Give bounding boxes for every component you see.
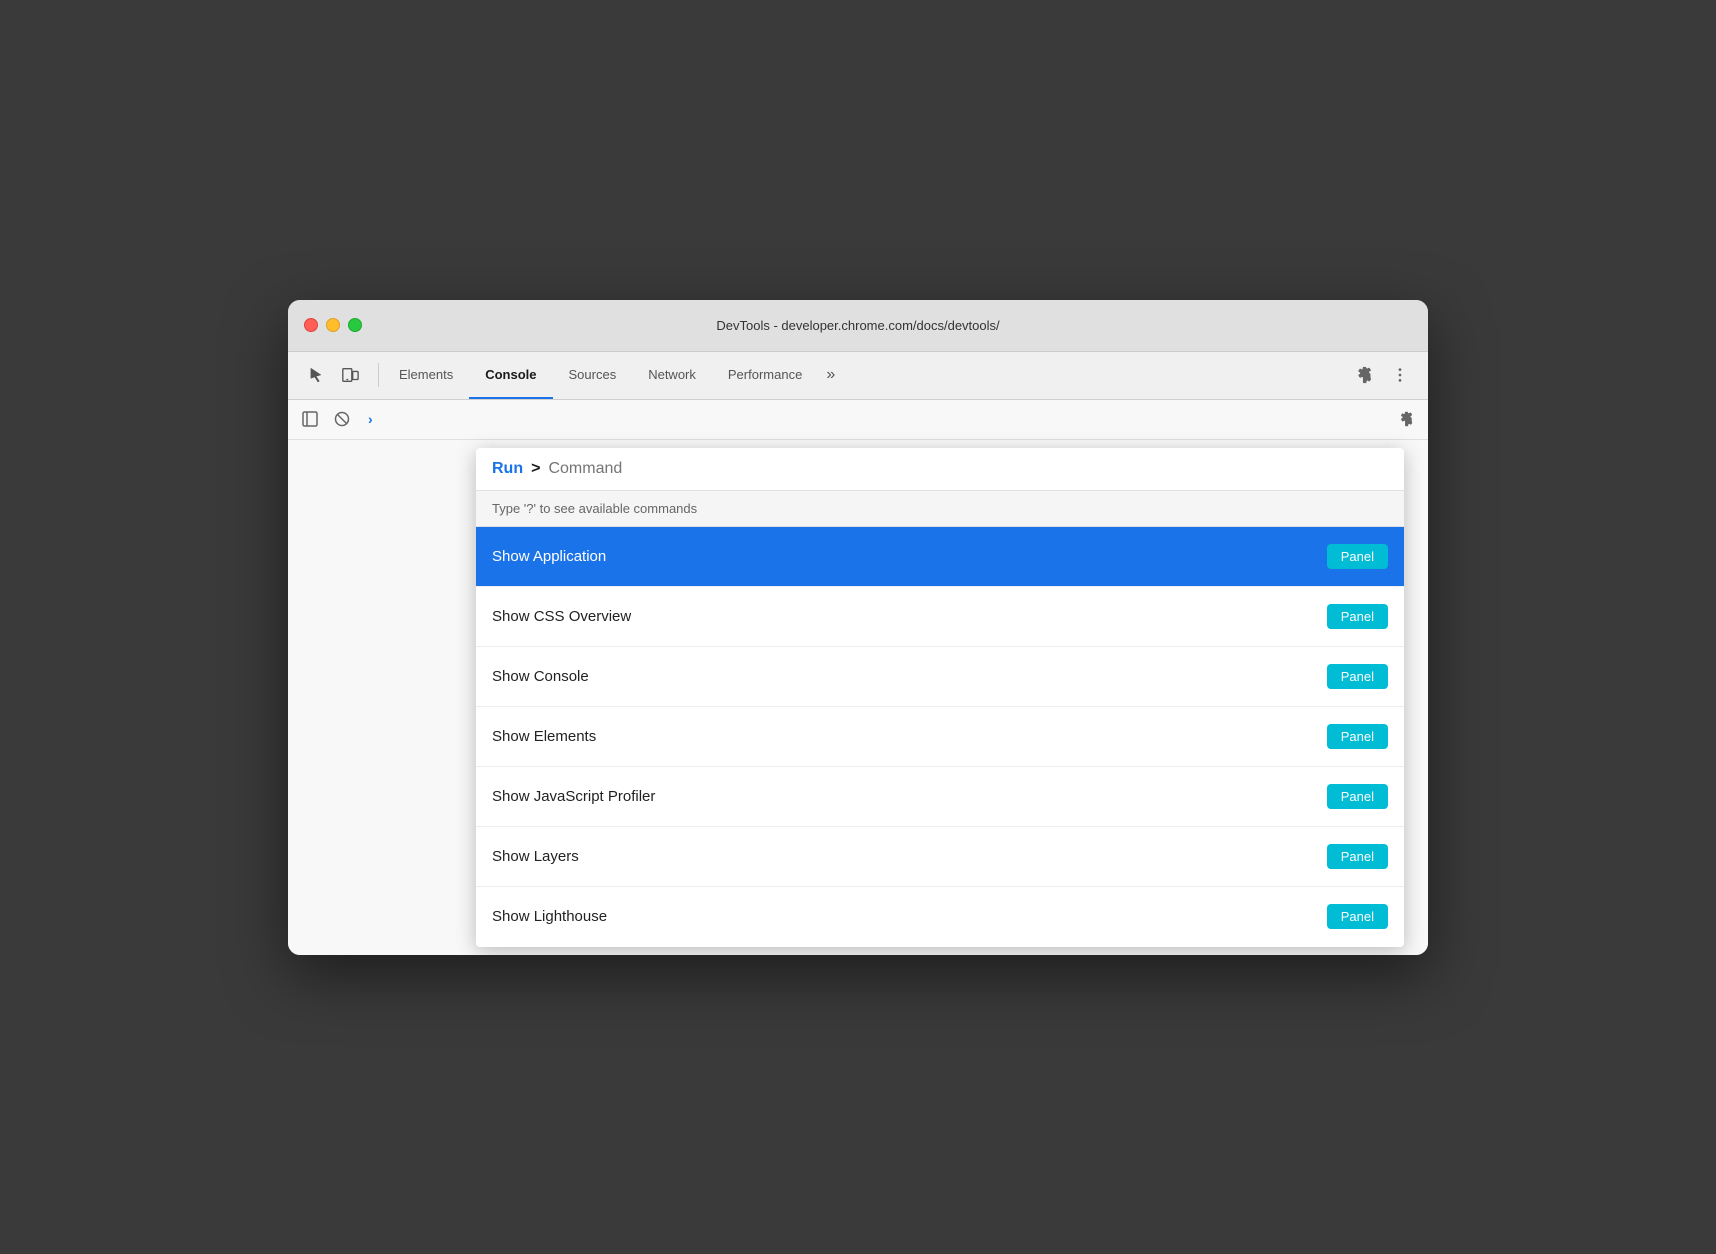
command-item-show-elements[interactable]: Show Elements Panel xyxy=(476,707,1404,767)
maximize-button[interactable] xyxy=(348,318,362,332)
expand-arrow[interactable]: › xyxy=(360,407,381,431)
command-label-show-css-overview: Show CSS Overview xyxy=(492,608,631,625)
circle-slash-icon xyxy=(334,411,350,427)
command-item-show-layers[interactable]: Show Layers Panel xyxy=(476,827,1404,887)
sidebar-toggle-button[interactable] xyxy=(296,405,324,433)
tab-network[interactable]: Network xyxy=(632,352,712,399)
device-toolbar-button[interactable] xyxy=(334,359,366,391)
command-item-show-application[interactable]: Show Application Panel xyxy=(476,527,1404,587)
panel-badge-show-js-profiler: Panel xyxy=(1327,784,1388,809)
tab-performance[interactable]: Performance xyxy=(712,352,818,399)
gear-icon xyxy=(1355,366,1373,384)
panel-badge-show-lighthouse: Panel xyxy=(1327,904,1388,929)
command-label-show-layers: Show Layers xyxy=(492,848,579,865)
gear-icon-secondary xyxy=(1398,411,1414,427)
hint-row: Type '?' to see available commands xyxy=(476,491,1404,527)
command-list: Show Application Panel Show CSS Overview… xyxy=(476,527,1404,947)
secondary-toolbar: › xyxy=(288,400,1428,440)
tab-elements[interactable]: Elements xyxy=(383,352,469,399)
devtools-window: DevTools - developer.chrome.com/docs/dev… xyxy=(288,300,1428,955)
traffic-lights xyxy=(304,318,362,332)
command-label-show-application: Show Application xyxy=(492,548,606,565)
toolbar-icon-group xyxy=(292,359,374,391)
tab-sources[interactable]: Sources xyxy=(553,352,633,399)
run-label: Run xyxy=(492,460,523,478)
tab-console[interactable]: Console xyxy=(469,352,552,399)
close-button[interactable] xyxy=(304,318,318,332)
panel-badge-show-css-overview: Panel xyxy=(1327,604,1388,629)
main-content: Run > Type '?' to see available commands… xyxy=(288,440,1428,955)
toolbar-separator xyxy=(378,363,379,387)
inspect-element-button[interactable] xyxy=(300,359,332,391)
panel-badge-show-elements: Panel xyxy=(1327,724,1388,749)
window-title: DevTools - developer.chrome.com/docs/dev… xyxy=(716,318,999,333)
device-icon xyxy=(341,366,359,384)
command-input-row: Run > xyxy=(476,448,1404,491)
panel-badge-show-console: Panel xyxy=(1327,664,1388,689)
settings-button[interactable] xyxy=(1348,359,1380,391)
command-palette: Run > Type '?' to see available commands… xyxy=(476,448,1404,947)
vertical-dots-icon xyxy=(1391,366,1409,384)
command-item-show-js-profiler[interactable]: Show JavaScript Profiler Panel xyxy=(476,767,1404,827)
minimize-button[interactable] xyxy=(326,318,340,332)
command-label-show-elements: Show Elements xyxy=(492,728,596,745)
panel-badge-show-layers: Panel xyxy=(1327,844,1388,869)
tab-overflow-button[interactable]: » xyxy=(818,352,843,399)
command-label-show-lighthouse: Show Lighthouse xyxy=(492,908,607,925)
cursor-icon xyxy=(307,366,325,384)
panel-layout-icon xyxy=(302,411,318,427)
hint-text: Type '?' to see available commands xyxy=(492,501,697,516)
devtools-toolbar: Elements Console Sources Network Perform… xyxy=(288,352,1428,400)
secondary-settings-button[interactable] xyxy=(1392,405,1420,433)
command-label-show-js-profiler: Show JavaScript Profiler xyxy=(492,788,655,805)
command-item-show-console[interactable]: Show Console Panel xyxy=(476,647,1404,707)
command-prompt-symbol: > xyxy=(531,460,540,478)
command-item-show-lighthouse[interactable]: Show Lighthouse Panel xyxy=(476,887,1404,947)
title-bar: DevTools - developer.chrome.com/docs/dev… xyxy=(288,300,1428,352)
command-input[interactable] xyxy=(548,460,1388,478)
toolbar-right xyxy=(1340,359,1424,391)
no-recording-button[interactable] xyxy=(328,405,356,433)
more-options-button[interactable] xyxy=(1384,359,1416,391)
main-tabs: Elements Console Sources Network Perform… xyxy=(383,352,1340,399)
command-label-show-console: Show Console xyxy=(492,668,589,685)
command-item-show-css-overview[interactable]: Show CSS Overview Panel xyxy=(476,587,1404,647)
panel-badge-show-application: Panel xyxy=(1327,544,1388,569)
